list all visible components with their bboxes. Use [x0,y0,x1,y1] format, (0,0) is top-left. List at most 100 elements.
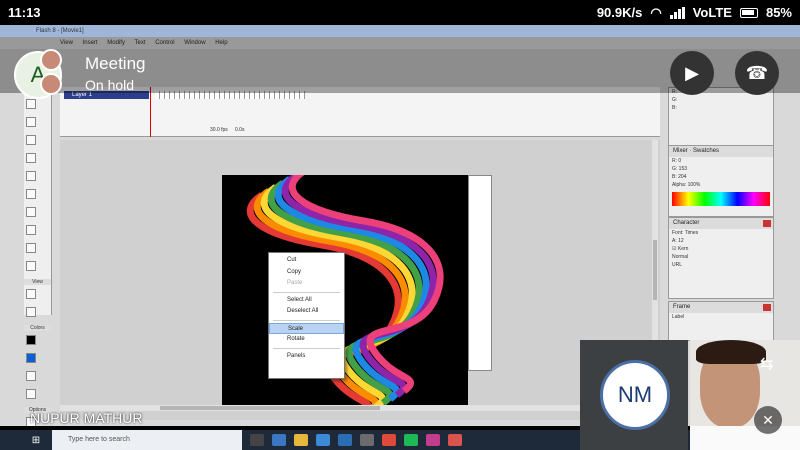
mixer-g-value[interactable]: 153 [679,166,687,172]
character-panel-header[interactable]: Character [669,218,773,229]
context-menu: Cut Copy Paste Select All Deselect All S… [268,252,345,379]
rainbow-canvas[interactable] [222,175,468,405]
camera-switch-icon[interactable]: ⇆ [760,354,773,374]
rect-tool-icon[interactable] [26,153,36,163]
swatches-tab[interactable]: Swatches [693,148,719,154]
windows-start-icon[interactable]: ⊞ [26,435,46,446]
task-view-icon[interactable] [250,434,264,446]
frame-panel-header[interactable]: Frame [669,302,773,313]
taskbar-search[interactable]: Type here to search [52,430,242,450]
vscroll-thumb[interactable] [653,240,657,300]
flash-title-bar: Flash 8 - [Movie1] [0,25,800,37]
hang-up-button[interactable]: ☎ [735,51,779,95]
wifi-icon: ◠ [650,4,662,20]
no-color-icon[interactable] [26,389,36,399]
frame-label-row: Label [669,313,773,321]
font-size-row: A: 12 [672,238,684,244]
self-video-hair [696,340,766,364]
self-view-tile[interactable]: ⇆ ✕ [690,340,800,450]
mixer-panel-header[interactable]: Mixer · Swatches [669,146,773,157]
playhead[interactable] [150,87,151,137]
mixer-alpha: Alpha: 100% [672,182,701,188]
ctx-panels[interactable]: Panels [269,351,344,363]
timeline: Layer 1 30.0 fps 0.0s [60,87,660,137]
frame-panel: Frame Label [668,301,774,341]
presenter-name: NUPUR MATHUR [30,410,143,426]
dropper-tool-icon[interactable] [26,243,36,253]
ctx-deselect-all[interactable]: Deselect All [269,306,344,318]
mixer-alpha-value[interactable]: 100% [688,182,701,188]
close-icon[interactable] [763,220,771,227]
kern-row: ☑ Kern [672,246,689,252]
kern-checkbox[interactable]: Kern [678,246,689,252]
play-icon: ▶ [685,62,699,83]
edge-icon[interactable] [272,434,286,446]
baseline-select[interactable]: Normal [672,254,688,260]
fill-color-icon[interactable] [26,353,36,363]
ctx-copy[interactable]: Copy [269,267,344,279]
bucket-tool-icon[interactable] [26,225,36,235]
toolbox: View Colors Options [24,95,52,426]
app-l-icon[interactable] [338,434,352,446]
ctx-paste[interactable]: Paste [269,278,344,290]
canvas-offstage [468,175,492,371]
chrome-icon[interactable] [382,434,396,446]
frame-title: Frame [673,304,691,310]
stage-horizontal-scrollbar[interactable] [60,405,660,411]
ctx-select-all[interactable]: Select All [269,295,344,307]
status-bar: 11:13 90.9K/s ◠ VoLTE 85% [0,0,800,25]
mic-muted-icon[interactable]: ✕ [754,406,782,434]
folder-icon[interactable] [294,434,308,446]
net-speed: 90.9K/s [596,5,643,20]
oval-tool-icon[interactable] [26,135,36,145]
battery-level: 85% [765,5,792,20]
meeting-header: A Meeting On hold ▶ ☎ [0,37,800,99]
frame-label: Label [672,314,685,320]
ctx-rotate[interactable]: Rotate [269,334,344,346]
mixer-b-value[interactable]: 204 [678,174,686,180]
eraser-tool-icon[interactable] [26,261,36,271]
brush-tool-icon[interactable] [26,189,36,199]
font-select[interactable]: Times [685,230,698,236]
teams-icon[interactable] [426,434,440,446]
stroke-color-icon[interactable] [26,335,36,345]
mixer-panel: Mixer · Swatches R: 0 G: 153 B: 204 Alph… [668,145,774,217]
clock: 11:13 [8,5,41,20]
text-tool-icon[interactable] [26,117,36,127]
mixer-r-value[interactable]: 0 [678,158,681,164]
battery-icon [739,7,758,18]
resume-button[interactable]: ▶ [670,51,714,95]
ctx-cut[interactable]: Cut [269,255,344,267]
xbox-icon[interactable] [360,434,374,446]
ctx-separator [273,347,340,349]
hand-tool-icon[interactable] [26,289,36,299]
stage [60,140,660,420]
close-icon[interactable] [763,304,771,311]
timeline-fps: 30.0 fps [210,127,228,133]
hscroll-thumb[interactable] [160,406,380,410]
info-g: G: [672,97,678,103]
self-video-shirt [690,426,800,450]
participant-photo [40,49,62,71]
ink-tool-icon[interactable] [26,207,36,217]
character-panel: Character Font: Times A: 12 ☑ Kern Norma… [668,217,774,299]
url-label: URL [672,262,683,268]
ctx-scale[interactable]: Scale [269,322,344,334]
normal-row: Normal [669,253,773,261]
font-size-field[interactable]: 12 [678,238,684,244]
pencil-tool-icon[interactable] [26,171,36,181]
signal-icon [669,6,685,19]
zoom-tool-icon[interactable] [26,307,36,317]
mixer-r: R: 0 [672,158,682,164]
arrow-tool-icon[interactable] [26,99,36,109]
participant-tile-nm[interactable]: NM [580,340,688,450]
ctx-separator [273,319,340,321]
mail-icon[interactable] [316,434,330,446]
swap-colors-icon[interactable] [26,371,36,381]
color-spectrum[interactable] [672,192,770,206]
spotify-icon[interactable] [404,434,418,446]
flash-app-icon[interactable] [448,434,462,446]
mixer-title: Mixer [673,148,688,154]
mixer-b: B: 204 [672,174,687,180]
url-row: URL [669,261,773,269]
